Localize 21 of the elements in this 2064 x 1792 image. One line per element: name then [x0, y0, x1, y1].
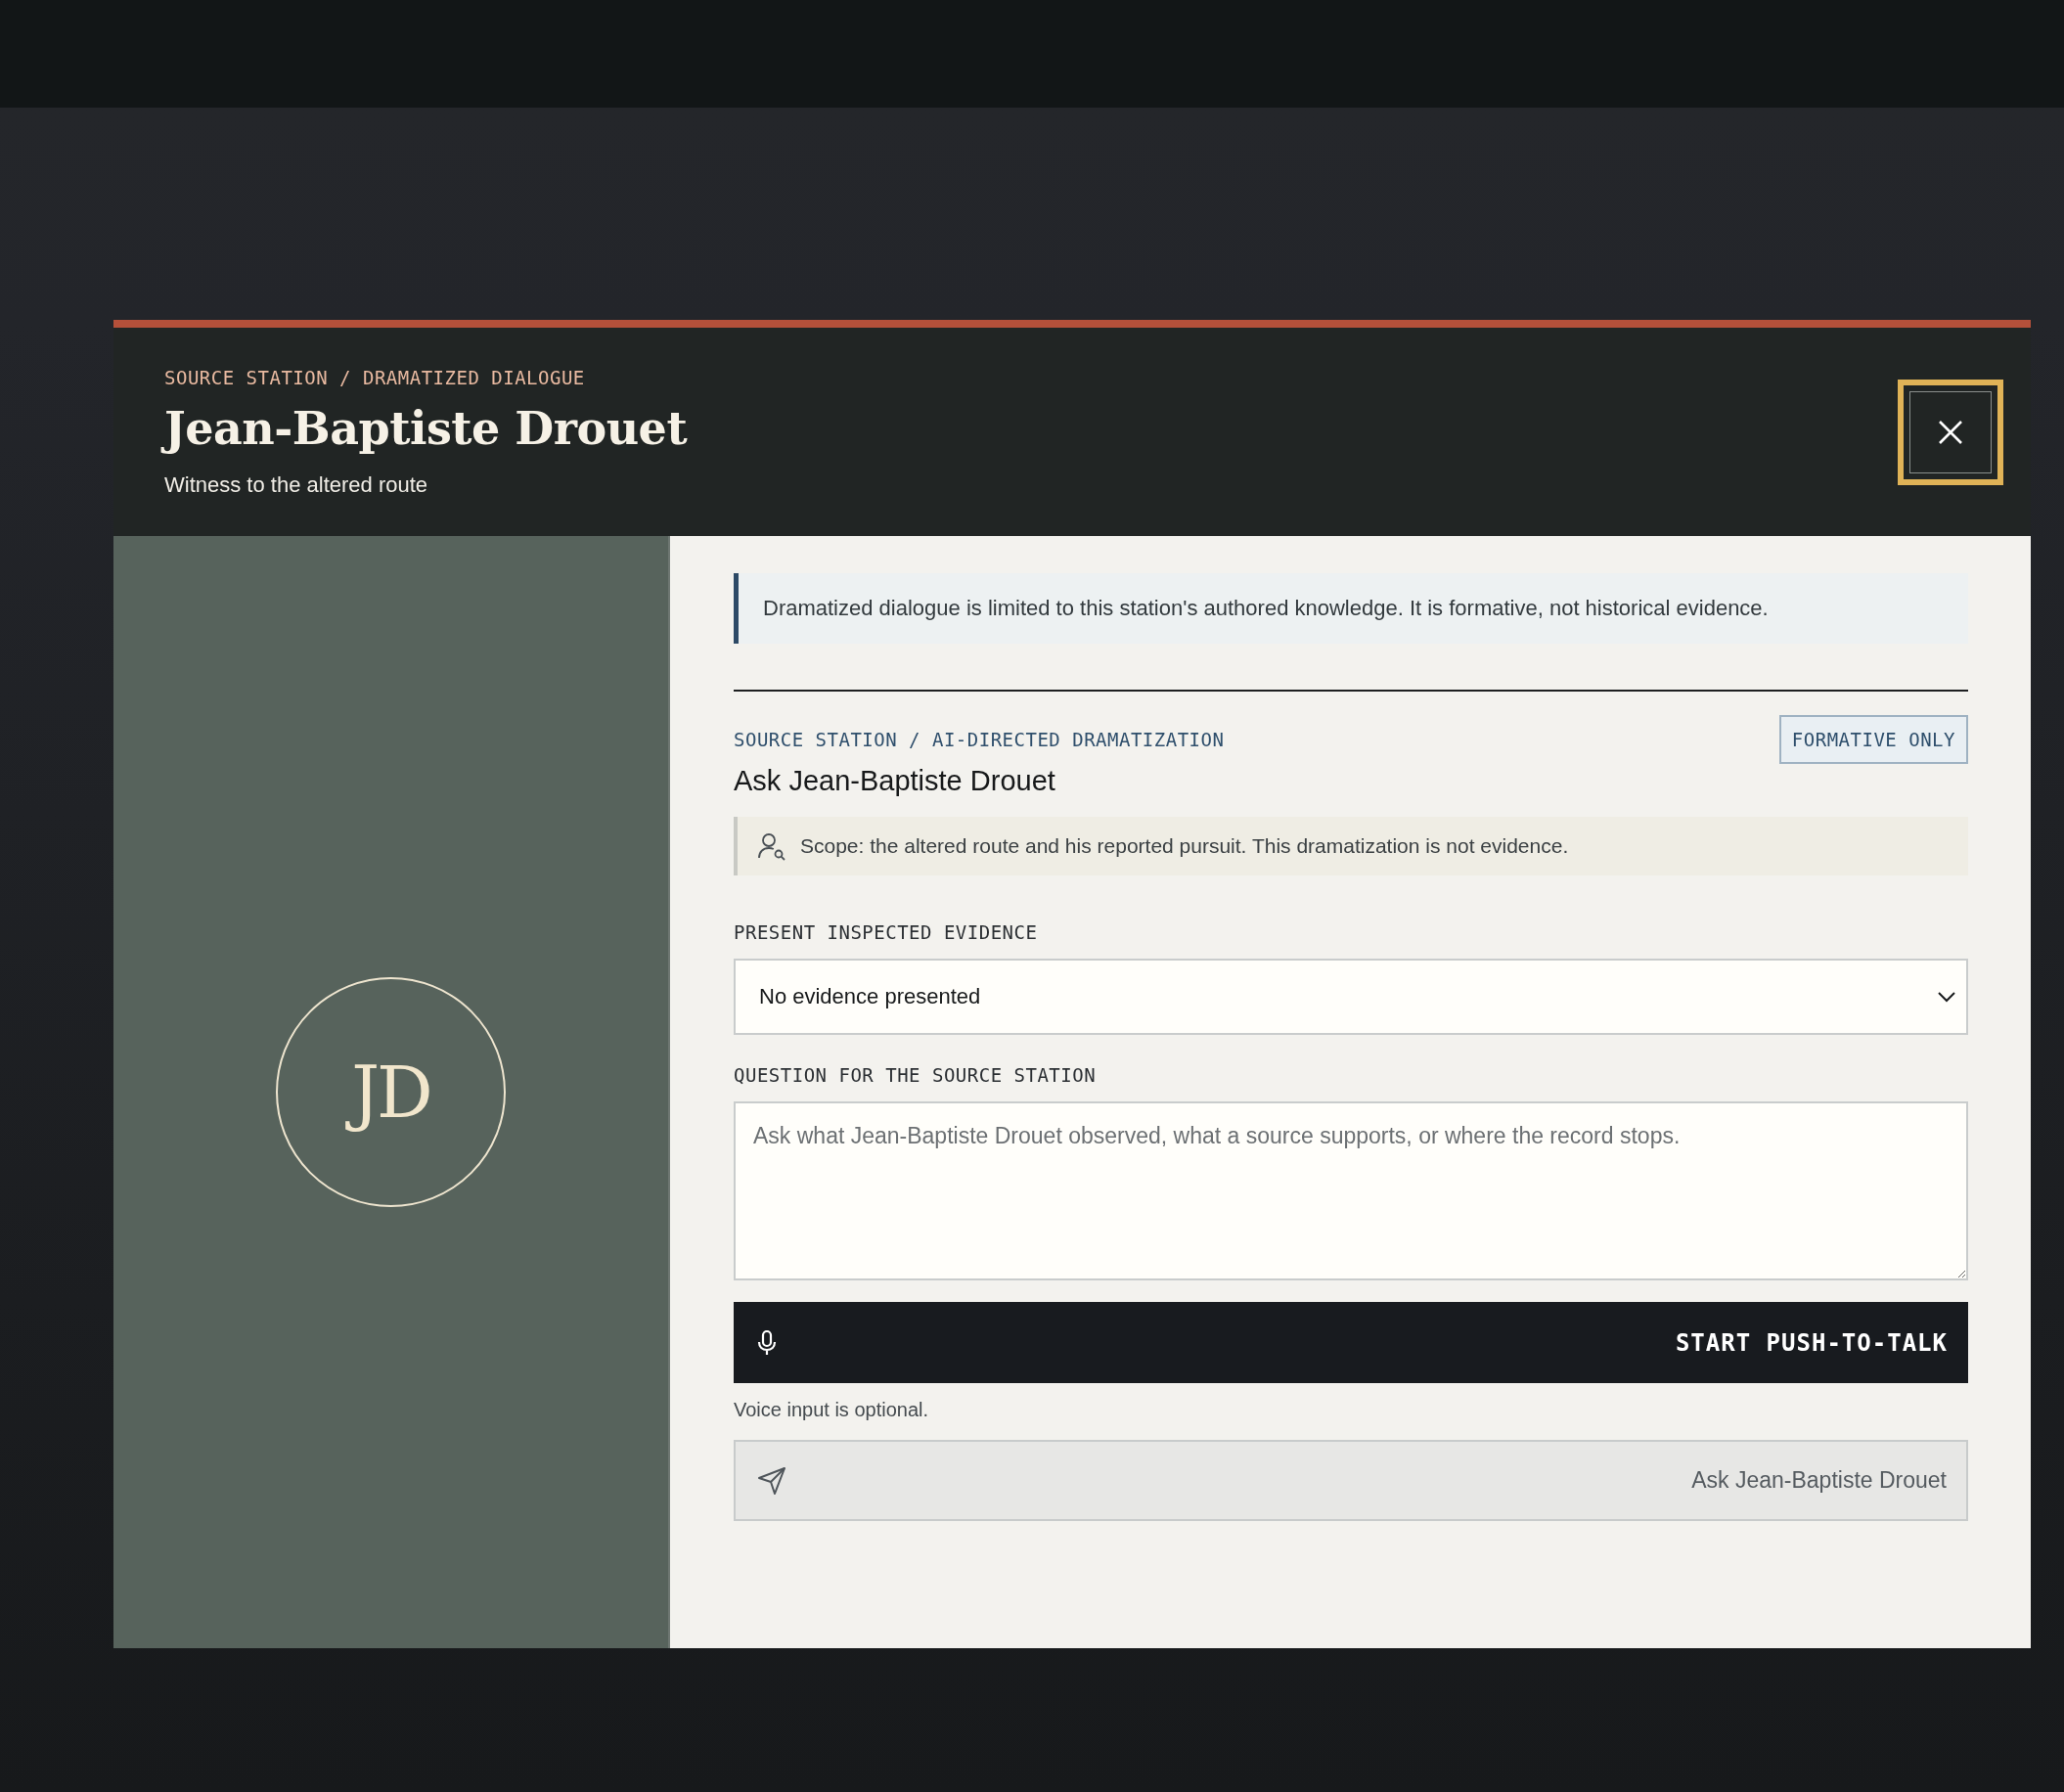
send-icon — [757, 1465, 786, 1496]
evidence-label: PRESENT INSPECTED EVIDENCE — [734, 921, 1039, 943]
push-to-talk-button[interactable]: START PUSH-TO-TALK — [734, 1302, 1968, 1383]
close-icon — [1938, 419, 1963, 445]
section-kicker: SOURCE STATION / AI-DIRECTED DRAMATIZATION — [734, 729, 1225, 750]
microphone-icon — [757, 1328, 777, 1357]
scope-text: Scope: the altered route and his reported pursuit. This dramatization is not evidence. — [800, 834, 1569, 858]
breadcrumb-label: SOURCE STATION / DRAMATIZED DIALOGUE — [164, 366, 586, 388]
close-button[interactable] — [1898, 379, 2003, 485]
ask-button[interactable]: Ask Jean-Baptiste Drouet — [734, 1440, 1968, 1521]
dialog-subtitle: Witness to the altered route — [164, 471, 429, 498]
disclaimer-notice: Dramatized dialogue is limited to this station's authored knowledge. It is formative, not historical evidence. — [734, 573, 1968, 644]
evidence-select[interactable]: No evidence presented — [734, 959, 1968, 1035]
voice-note: Voice input is optional. — [734, 1399, 930, 1421]
avatar-initials: JD — [276, 977, 506, 1207]
formative-badge: FORMATIVE ONLY — [1778, 715, 1968, 764]
question-field[interactable]: Ask what Jean-Baptiste Drouet observed, what a source supports, or where the record stops. — [734, 1101, 1968, 1280]
caret-icon — [1937, 991, 1956, 1003]
person-search-icon — [757, 831, 786, 861]
section-title: Ask Jean-Baptiste Drouet — [734, 765, 1056, 797]
question-label: QUESTION FOR THE SOURCE STATION — [734, 1064, 1098, 1086]
